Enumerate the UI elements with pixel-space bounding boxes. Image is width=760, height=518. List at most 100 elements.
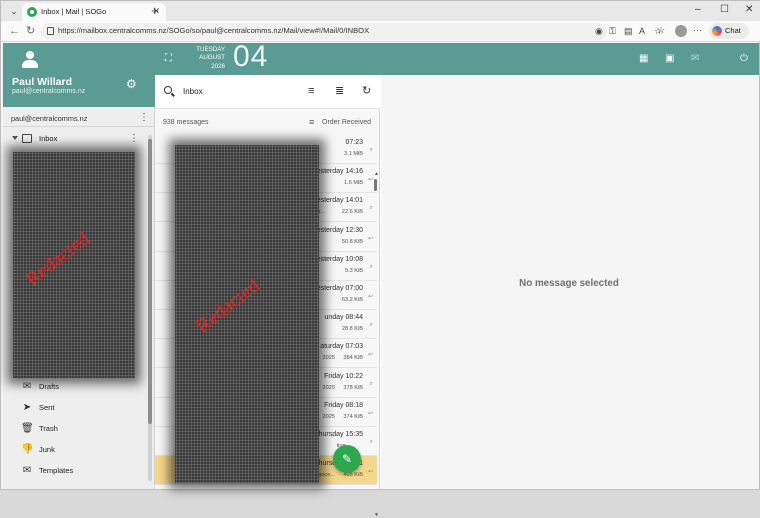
message-size: 384 KiB bbox=[343, 355, 363, 362]
new-tab-icon[interactable]: + bbox=[151, 3, 159, 18]
refresh-list-icon[interactable]: ↻ bbox=[362, 85, 371, 97]
message-size: 5.3 KiB bbox=[344, 267, 363, 274]
message-subject-fragment: 2025 bbox=[322, 413, 335, 420]
redacted-folders: Redacted bbox=[13, 152, 135, 378]
user-name: Paul Willard bbox=[12, 76, 73, 88]
message-count: 938 messages bbox=[163, 119, 209, 126]
folder-sent[interactable]: ➤ Sent bbox=[3, 398, 149, 418]
sidebar-scroll-thumb[interactable] bbox=[148, 139, 152, 424]
message-size: 63.2 KiB bbox=[341, 297, 363, 303]
account-row[interactable]: paul@centralcomms.nz ⋮ bbox=[3, 109, 155, 127]
message-subject-fragment: 2025 bbox=[322, 355, 335, 362]
message-size: 1.6 MiB bbox=[344, 180, 363, 187]
sort-icon[interactable]: ≣ bbox=[335, 85, 344, 97]
trash-icon: 🗑 bbox=[21, 423, 34, 434]
folder-label: Inbox bbox=[39, 134, 58, 143]
reader-icon[interactable]: ▤ bbox=[624, 26, 633, 37]
minimize-icon[interactable]: – bbox=[695, 4, 701, 15]
scroll-down-icon[interactable]: ▼ bbox=[374, 512, 379, 518]
year: 2026 bbox=[211, 62, 225, 70]
date-words: TUESDAY AUGUST 2026 bbox=[185, 46, 225, 71]
calendar-icon[interactable]: ▦ bbox=[639, 53, 648, 65]
attachment-icon: ⌕ bbox=[369, 147, 373, 153]
folder-label: Junk bbox=[39, 445, 55, 454]
tab-actions-icon[interactable]: ⌄ bbox=[7, 5, 21, 17]
redaction-label: Redacted bbox=[191, 274, 264, 338]
date-header: ⛶ TUESDAY AUGUST 2026 04 ▦ ▣ ✉ ⏻ bbox=[155, 40, 759, 75]
copilot-chat-button[interactable]: Chat bbox=[709, 23, 749, 39]
folder-templates[interactable]: ✉ Templates bbox=[3, 461, 149, 481]
empty-state-text: No message selected bbox=[519, 278, 619, 289]
expand-icon[interactable]: ⛶ bbox=[165, 53, 172, 65]
window-close-icon[interactable]: ✕ bbox=[745, 4, 753, 15]
redacted-messages: Redacted bbox=[175, 145, 319, 483]
filter-icon[interactable]: ≡ bbox=[308, 85, 314, 97]
account-menu-icon[interactable]: ⋮ bbox=[139, 113, 149, 123]
templates-icon: ✉ bbox=[22, 465, 32, 476]
list-info-row: 938 messages ≡ Order Received bbox=[155, 109, 380, 135]
attachment-icon: ⌕ bbox=[369, 322, 373, 329]
message-date: esterday 10:08 bbox=[316, 255, 363, 263]
message-size: 28.8 KiB bbox=[341, 326, 363, 333]
account-label: paul@centralcomms.nz bbox=[11, 114, 88, 123]
browser-window: ⌄ Inbox | Mail | SOGo ✕ + – ☐ ✕ ← ↻ http… bbox=[0, 0, 760, 518]
attachment-icon: ⌕ bbox=[369, 439, 373, 445]
list-scrollbar[interactable] bbox=[374, 173, 378, 513]
profile-avatar[interactable] bbox=[675, 25, 687, 37]
key-icon[interactable]: ⚿ bbox=[609, 26, 616, 37]
sogo-app: Paul Willard paul@centralcomms.nz ⚙ paul… bbox=[3, 40, 759, 518]
sogo-favicon-icon bbox=[27, 7, 37, 17]
message-date: esterday 14:16 bbox=[316, 168, 363, 176]
user-block: Paul Willard paul@centralcomms.nz ⚙ bbox=[3, 43, 155, 107]
message-size: 50.8 KiB bbox=[341, 238, 363, 245]
address-bar[interactable]: https://mailbox.centralcomms.nz/SOGo/so/… bbox=[41, 23, 662, 40]
browser-tab[interactable]: Inbox | Mail | SOGo ✕ bbox=[22, 3, 166, 21]
message-date: hursday 15:35 bbox=[318, 431, 363, 438]
tab-strip: ⌄ Inbox | Mail | SOGo ✕ + – ☐ ✕ bbox=[1, 1, 760, 21]
sort-order-icon[interactable]: ≡ bbox=[309, 118, 314, 127]
collapse-icon[interactable] bbox=[12, 136, 18, 140]
message-size: 378 KiB bbox=[343, 384, 363, 391]
refresh-icon[interactable]: ↻ bbox=[26, 24, 35, 38]
message-date: Friday 10:22 bbox=[324, 372, 363, 380]
folder-trash[interactable]: 🗑 Trash bbox=[3, 419, 149, 439]
list-scroll-thumb[interactable] bbox=[374, 179, 377, 191]
search-icon[interactable] bbox=[164, 86, 172, 94]
day-number: 04 bbox=[233, 40, 269, 73]
message-date: esterday 14:01 bbox=[316, 197, 363, 205]
favorites-icon[interactable]: ☆ bbox=[657, 25, 665, 36]
attachment-icon: ↩ bbox=[367, 469, 373, 476]
message-size: 22.6 KiB bbox=[341, 209, 363, 216]
message-size: 3.1 MiB bbox=[344, 151, 363, 157]
reading-pane: No message selected bbox=[381, 75, 759, 489]
read-aloud-icon[interactable]: A bbox=[639, 26, 645, 36]
attachment-icon: ↩ bbox=[367, 235, 373, 242]
contacts-icon[interactable]: ▣ bbox=[665, 53, 674, 65]
back-icon[interactable]: ← bbox=[9, 24, 20, 38]
folder-label: Sent bbox=[39, 403, 55, 412]
attachment-icon: ↩ bbox=[367, 410, 373, 417]
folder-drafts[interactable]: ✉ Drafts bbox=[3, 377, 149, 397]
message-date: aturday 07:03 bbox=[320, 343, 363, 351]
mail-icon[interactable]: ✉ bbox=[691, 53, 699, 65]
gear-icon[interactable]: ⚙ bbox=[126, 78, 137, 90]
compose-button[interactable]: ✎ bbox=[333, 445, 361, 473]
logout-icon[interactable]: ⏻ bbox=[740, 53, 748, 65]
user-avatar-icon bbox=[21, 51, 39, 69]
tab-title: Inbox | Mail | SOGo bbox=[41, 7, 107, 16]
message-size: 405 KiB bbox=[343, 472, 363, 479]
attachment-icon: ↩ bbox=[367, 294, 373, 300]
message-date: unday 08:44 bbox=[324, 314, 363, 322]
drafts-icon: ✉ bbox=[22, 381, 32, 392]
tracking-prevention-icon[interactable]: ◉ bbox=[595, 26, 603, 37]
maximize-icon[interactable]: ☐ bbox=[720, 4, 729, 15]
folder-junk[interactable]: 👎 Junk bbox=[3, 440, 149, 460]
sidebar-scrollbar[interactable] bbox=[148, 135, 152, 481]
more-icon[interactable]: ··· bbox=[693, 25, 702, 35]
folder-inbox[interactable]: Inbox ⋮ bbox=[3, 131, 149, 146]
user-email: paul@centralcomms.nz bbox=[12, 88, 86, 95]
sort-order-label[interactable]: Order Received bbox=[322, 119, 371, 126]
junk-icon: 👎 bbox=[21, 444, 34, 455]
folder-menu-icon[interactable]: ⋮ bbox=[129, 134, 139, 144]
url-text: https://mailbox.centralcomms.nz/SOGo/so/… bbox=[58, 26, 370, 35]
